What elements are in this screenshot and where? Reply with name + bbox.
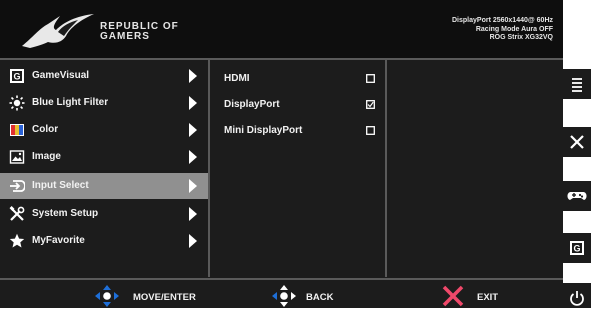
checkbox-icon[interactable] — [366, 126, 375, 135]
menu-item-label: Blue Light Filter — [32, 97, 109, 108]
chevron-right-icon — [189, 179, 197, 193]
chevron-right-icon — [189, 96, 197, 110]
menu-item-color[interactable]: Color — [0, 117, 208, 143]
star-icon — [9, 233, 25, 248]
option-displayport[interactable]: DisplayPort — [210, 92, 385, 116]
power-icon — [570, 291, 584, 306]
menu-item-image[interactable]: Image — [0, 144, 208, 170]
brand-name: REPUBLIC OF GAMERS — [100, 22, 179, 42]
image-icon — [9, 150, 25, 164]
joystick-move-icon — [95, 285, 119, 307]
gamepad-icon — [567, 191, 587, 200]
checkbox-icon[interactable] — [366, 74, 375, 83]
exit-hint: EXIT — [441, 282, 521, 310]
back-hint: BACK — [272, 282, 362, 310]
svg-text:G: G — [13, 72, 20, 82]
status-resolution: DisplayPort 2560x1440@ 60Hz — [452, 17, 553, 24]
menu-item-label: System Setup — [32, 208, 99, 219]
option-label: DisplayPort — [224, 99, 280, 110]
menu-item-gamevisual[interactable]: G GameVisual — [0, 63, 208, 89]
option-label: HDMI — [224, 73, 250, 84]
menu-item-blue-light-filter[interactable]: Blue Light Filter — [0, 90, 208, 116]
menu-item-system-setup[interactable]: System Setup — [0, 201, 208, 227]
exit-x-icon — [442, 285, 464, 307]
side-gamepad-button[interactable] — [563, 181, 591, 211]
input-select-submenu: HDMI DisplayPort Mini DisplayPort — [210, 58, 387, 277]
menu-icon — [572, 78, 582, 92]
option-label: Mini DisplayPort — [224, 125, 303, 136]
option-mini-displayport[interactable]: Mini DisplayPort — [210, 118, 385, 142]
close-icon — [570, 135, 584, 149]
color-icon — [10, 124, 24, 136]
menu-item-label: Image — [32, 151, 61, 162]
joystick-back-icon — [272, 285, 296, 307]
menu-item-label: MyFavorite — [32, 235, 85, 246]
input-select-icon — [10, 180, 25, 192]
side-menu-button[interactable] — [563, 69, 591, 99]
svg-text:G: G — [573, 244, 580, 254]
system-setup-icon — [9, 206, 25, 221]
status-info: DisplayPort 2560x1440@ 60Hz Racing Mode … — [452, 17, 553, 43]
exit-label: EXIT — [477, 292, 499, 303]
checkbox-checked-icon[interactable] — [366, 100, 375, 109]
chevron-right-icon — [189, 123, 197, 137]
move-enter-hint: MOVE/ENTER — [95, 282, 225, 310]
osd-header: REPUBLIC OF GAMERS DisplayPort 2560x1440… — [0, 0, 563, 60]
status-mode: Racing Mode Aura OFF — [475, 25, 553, 33]
status-model: ROG Strix XG32VQ — [489, 34, 553, 41]
move-enter-label: MOVE/ENTER — [133, 292, 196, 303]
chevron-right-icon — [189, 234, 197, 248]
main-menu: G GameVisual Blue Light Filter Color Ima… — [0, 58, 210, 277]
menu-item-label: Color — [32, 124, 59, 135]
chevron-right-icon — [189, 207, 197, 221]
side-power-button[interactable] — [563, 283, 591, 308]
menu-item-input-select[interactable]: Input Select — [0, 173, 208, 199]
side-gamevisual-button[interactable]: G — [563, 233, 591, 263]
blue-light-icon — [9, 95, 25, 111]
gamevisual-icon: G — [570, 241, 584, 255]
side-close-button[interactable] — [563, 127, 591, 157]
osd-footer: MOVE/ENTER BACK EXIT — [0, 278, 563, 310]
menu-item-myfavorite[interactable]: MyFavorite — [0, 228, 208, 254]
menu-item-label: GameVisual — [32, 70, 90, 81]
chevron-right-icon — [189, 69, 197, 83]
brand-line-2: GAMERS — [100, 31, 150, 42]
back-label: BACK — [306, 292, 334, 303]
chevron-right-icon — [189, 150, 197, 164]
gamevisual-icon: G — [10, 69, 24, 83]
rog-logo-icon — [22, 14, 94, 48]
option-hdmi[interactable]: HDMI — [210, 66, 385, 90]
menu-item-label: Input Select — [32, 180, 89, 191]
osd-panel: REPUBLIC OF GAMERS DisplayPort 2560x1440… — [0, 0, 563, 308]
